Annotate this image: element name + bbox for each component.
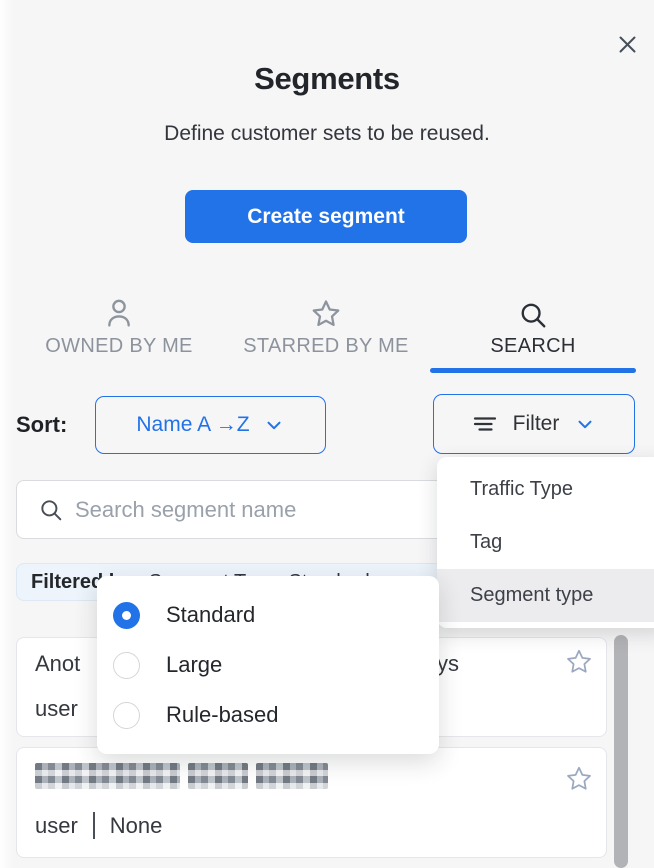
option-standard[interactable]: Standard — [97, 590, 439, 640]
star-icon — [564, 764, 594, 794]
sort-dropdown[interactable]: Name A →Z — [95, 396, 326, 454]
option-label: Rule-based — [166, 702, 279, 728]
star-icon — [564, 647, 594, 677]
filter-lines-icon — [472, 412, 498, 436]
option-label: Large — [166, 652, 222, 678]
close-button[interactable] — [609, 26, 645, 62]
person-icon — [103, 294, 135, 330]
radio-icon[interactable] — [113, 702, 140, 729]
segment-name-redacted — [35, 763, 328, 789]
filter-menu: Traffic Type Tag Segment type — [437, 457, 654, 628]
option-label: Standard — [166, 602, 255, 628]
tab-search[interactable]: SEARCH — [430, 294, 636, 373]
sort-label: Sort: — [16, 412, 67, 438]
star-toggle-button[interactable] — [564, 764, 594, 794]
filter-menu-item-tag[interactable]: Tag — [437, 516, 654, 569]
segment-meta: user None — [35, 812, 162, 839]
search-icon — [518, 294, 548, 330]
segment-meta-value: None — [110, 813, 163, 839]
segment-title-fragment: Anot — [35, 651, 80, 677]
create-segment-button[interactable]: Create segment — [185, 190, 467, 243]
filter-label: Filter — [513, 412, 560, 436]
meta-divider — [93, 812, 95, 839]
segment-type-popup: Standard Large Rule-based — [97, 576, 439, 754]
star-icon — [310, 294, 342, 330]
chevron-down-icon — [574, 413, 596, 435]
chevron-down-icon — [263, 414, 285, 436]
option-large[interactable]: Large — [97, 640, 439, 690]
tab-owned-by-me[interactable]: OWNED BY ME — [16, 294, 222, 373]
page-title: Segments — [0, 61, 654, 97]
segment-title-fragment: ys — [437, 651, 459, 677]
tab-starred-by-me[interactable]: STARRED BY ME — [222, 294, 430, 373]
star-toggle-button[interactable] — [564, 647, 594, 677]
radio-selected-icon[interactable] — [113, 602, 140, 629]
tab-label: STARRED BY ME — [243, 335, 408, 358]
filter-menu-item-segment-type[interactable]: Segment type — [437, 569, 654, 622]
filter-dropdown[interactable]: Filter — [433, 394, 635, 454]
scrollbar-thumb[interactable] — [614, 635, 628, 868]
option-rule-based[interactable]: Rule-based — [97, 690, 439, 740]
tab-label: OWNED BY ME — [45, 335, 192, 358]
page-subtitle: Define customer sets to be reused. — [0, 122, 654, 146]
sort-value: Name A →Z — [136, 413, 249, 437]
close-icon — [618, 35, 637, 54]
tab-label: SEARCH — [490, 335, 575, 358]
segment-meta: user — [35, 696, 78, 722]
filter-menu-item-traffic-type[interactable]: Traffic Type — [437, 463, 654, 516]
radio-icon[interactable] — [113, 652, 140, 679]
segment-card[interactable]: user None — [16, 747, 607, 858]
search-icon — [38, 497, 64, 523]
segment-meta-type: user — [35, 813, 78, 839]
segments-panel: Segments Define customer sets to be reus… — [0, 0, 654, 868]
